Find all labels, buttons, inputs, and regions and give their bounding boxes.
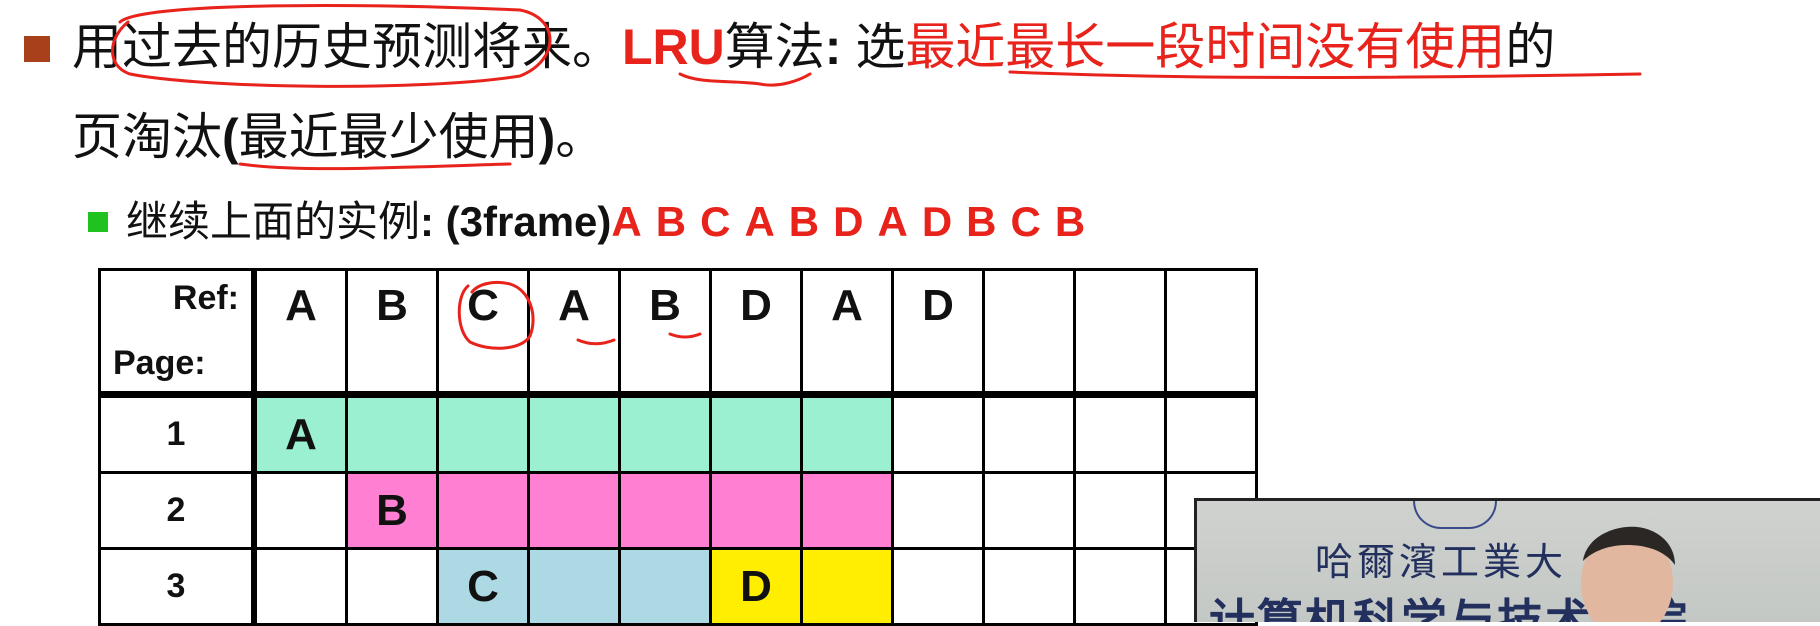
frame-cell	[527, 547, 621, 626]
ref-cell: A	[252, 268, 348, 398]
sequence-letter: A	[744, 198, 775, 245]
example-line: 继续上面的实例: (3frame)A B C A B D A D B C B	[126, 192, 1099, 252]
frames-label: (3frame)	[445, 198, 612, 245]
frame-cell	[618, 393, 712, 474]
sequence-letter: B	[788, 198, 820, 245]
ref-cell	[1073, 268, 1167, 398]
ref-cell: D	[891, 268, 985, 398]
ref-cell: A	[800, 268, 894, 398]
sequence-letter: C	[700, 198, 731, 245]
colon: :	[824, 19, 856, 75]
frame-cell	[800, 547, 894, 626]
least-recently-used-text: 最近最少使用	[238, 108, 539, 166]
frame-cell	[618, 471, 712, 550]
sequence-letter: C	[1010, 198, 1041, 245]
frame-cell	[800, 393, 894, 474]
page-eviction-text: 页淘汰	[72, 108, 222, 166]
ref-cell: C	[436, 268, 530, 398]
frame-cell	[1073, 471, 1167, 550]
sub-bullet-icon	[88, 212, 108, 232]
frame-cell	[436, 471, 530, 550]
frame-cell: A	[252, 393, 348, 474]
frame-cell	[891, 547, 985, 626]
frame-cell	[252, 471, 348, 550]
frame-cell	[345, 393, 439, 474]
frame-row-3: 3 C D	[98, 547, 1258, 626]
lru-label: LRU	[622, 19, 725, 75]
ref-cell	[1164, 268, 1258, 398]
ref-label: Ref:	[172, 279, 239, 317]
frame-cell	[618, 547, 712, 626]
lecturer-person-icon	[1581, 526, 1675, 622]
frame-row-1: 1 A	[98, 393, 1258, 474]
frame-cell	[982, 547, 1076, 626]
frame-cell	[527, 471, 621, 550]
frame-cell	[436, 393, 530, 474]
frame-row-2: 2 B	[98, 471, 1258, 550]
frame-cell	[709, 393, 803, 474]
frame-label: 3	[98, 547, 257, 626]
line-1: 用过去的历史预测将来。LRU算法: 选最近最长一段时间没有使用的	[72, 12, 1555, 82]
frame-cell	[252, 547, 348, 626]
history-text: 用过去的历史预测将来。	[72, 18, 622, 76]
frame-cell	[1164, 393, 1258, 474]
algorithm-text: 算法	[724, 18, 825, 76]
frame-cell	[891, 393, 985, 474]
reference-row: Ref: Page: A B C A B D A D	[98, 268, 1258, 398]
example-colon: :	[420, 198, 446, 245]
frame-cell	[982, 471, 1076, 550]
select-text: 选	[855, 18, 906, 76]
sequence-letter: D	[833, 198, 864, 245]
close-paren: )	[538, 109, 556, 165]
open-paren: (	[222, 109, 239, 165]
lecturer-video: 哈爾濱工業大 计算机科学与技术学院	[1194, 498, 1820, 622]
frame-cell	[1073, 547, 1167, 626]
example-label: 继续上面的实例	[126, 197, 421, 246]
frame-label: 2	[98, 471, 257, 550]
frame-cell	[982, 393, 1076, 474]
sequence-letter: A	[877, 198, 908, 245]
ref-cell: B	[618, 268, 712, 398]
frame-cell: B	[345, 471, 439, 550]
ref-page-header: Ref: Page:	[98, 268, 257, 398]
period: 。	[555, 108, 606, 166]
frame-cell	[1073, 393, 1167, 474]
ref-cell	[982, 268, 1076, 398]
frame-cell	[891, 471, 985, 550]
page-label: Page:	[113, 344, 206, 382]
frame-cell	[527, 393, 621, 474]
ref-cell: A	[527, 268, 621, 398]
frame-label: 1	[98, 393, 257, 474]
ref-cell: B	[345, 268, 439, 398]
reference-sequence: ABCABDADBCB	[611, 198, 1099, 245]
bullet-square-icon	[24, 36, 50, 62]
sequence-letter: B	[655, 198, 687, 245]
frame-cell: C	[436, 547, 530, 626]
sequence-letter: B	[1054, 198, 1086, 245]
line-2: 页淘汰(最近最少使用)。	[72, 102, 605, 172]
ref-cell: D	[709, 268, 803, 398]
longest-unused-phrase: 最近最长一段时间没有使用	[905, 18, 1506, 76]
lru-table: Ref: Page: A B C A B D A D 1 A 2 B 3 C D	[98, 268, 1258, 626]
sequence-letter: B	[966, 198, 997, 245]
frame-cell: D	[709, 547, 803, 626]
de-text: 的	[1505, 18, 1556, 76]
frame-cell	[709, 471, 803, 550]
frame-cell	[800, 471, 894, 550]
sequence-letter: A	[611, 198, 642, 245]
sequence-letter: D	[921, 198, 953, 245]
university-logo-icon	[1413, 501, 1497, 529]
frame-cell	[345, 547, 439, 626]
